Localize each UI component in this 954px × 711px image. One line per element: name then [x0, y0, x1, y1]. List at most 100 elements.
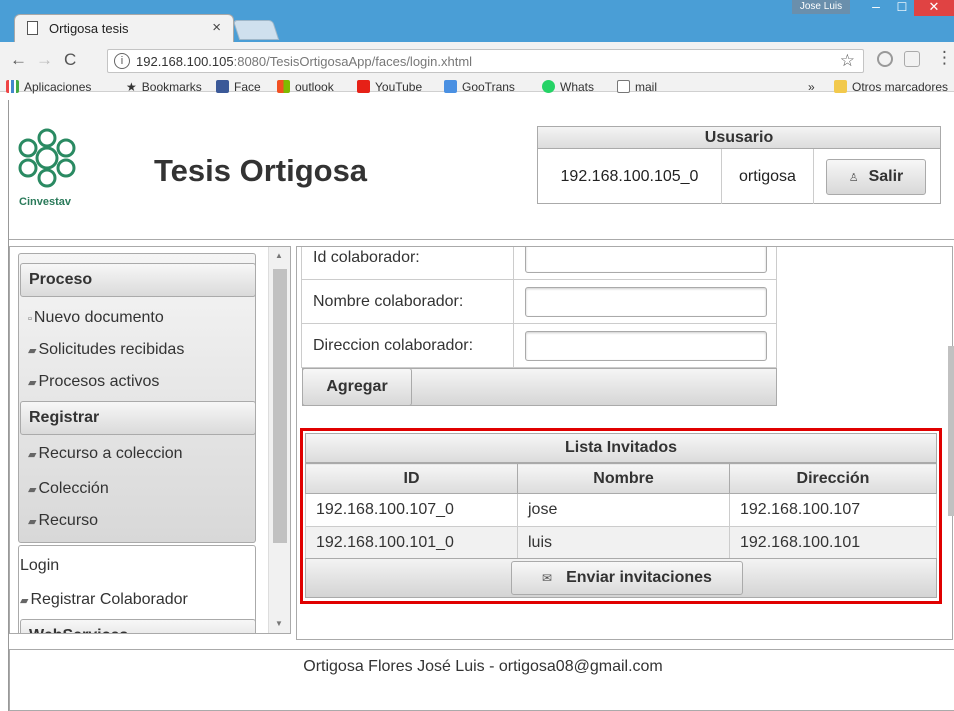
sidebar-item-login[interactable]: Login	[20, 557, 59, 575]
field-cell	[513, 323, 777, 368]
address-bar[interactable]: i 192.168.100.105:8080/TesisOrtigosaApp/…	[107, 49, 864, 73]
bookmark-whats[interactable]: Whats	[542, 80, 594, 94]
folder-open-icon: ▰	[20, 595, 29, 607]
page-title: Tesis Ortigosa	[154, 153, 368, 188]
form-row: Id colaborador:	[301, 247, 777, 280]
back-arrow-icon[interactable]: ←	[10, 50, 27, 70]
extension-icon[interactable]	[877, 51, 893, 67]
menu-dots-icon[interactable]: ⋮	[936, 48, 953, 68]
footer-text: Ortigosa Flores José Luis - ortigosa08@g…	[303, 658, 663, 675]
window-user-badge[interactable]: Jose Luis	[792, 0, 850, 14]
whatsapp-icon	[542, 80, 555, 93]
facebook-icon	[216, 80, 229, 93]
rss-extension-icon[interactable]	[904, 51, 920, 67]
page-icon	[27, 21, 38, 35]
sidebar-item-procesos-activos[interactable]: ▰ Procesos activos	[28, 373, 159, 391]
bookmark-gootrans[interactable]: GooTrans	[444, 80, 515, 94]
user-panel-title: Ususario	[538, 127, 940, 149]
add-button[interactable]: Agregar	[302, 368, 412, 406]
close-window-icon[interactable]: ✕	[914, 0, 954, 16]
sidebar-item-recurso-a-coleccion[interactable]: ▰ Recurso a coleccion	[28, 445, 183, 463]
cell-direccion: 192.168.100.107	[729, 493, 937, 527]
sidebar-item-coleccion[interactable]: ▰ Colección	[28, 480, 109, 498]
bookmark-label: YouTube	[375, 80, 423, 94]
browser-tab[interactable]: Ortigosa tesis ×	[14, 14, 234, 42]
tab-title: Ortigosa tesis	[49, 21, 129, 36]
scrollbar-thumb[interactable]	[273, 269, 287, 543]
bookmarks-overflow-button[interactable]: »	[808, 80, 815, 94]
direccion-colaborador-input[interactable]	[525, 330, 767, 361]
mail-icon: ✉	[542, 571, 553, 585]
bookmark-label: Whats	[560, 80, 595, 94]
bookmark-mail[interactable]: mail	[617, 80, 657, 94]
youtube-icon	[357, 80, 370, 93]
scroll-down-icon[interactable]: ▼	[275, 619, 283, 628]
sidebar-item-label: Recurso a coleccion	[38, 445, 183, 462]
sidebar-item-solicitudes-recibidas[interactable]: ▰ Solicitudes recibidas	[28, 341, 184, 359]
sidebar-item-registrar-colaborador[interactable]: ▰ Registrar Colaborador	[20, 591, 188, 609]
minimize-icon[interactable]: –	[866, 0, 886, 14]
bookmark-label: mail	[635, 80, 658, 94]
cell-direccion: 192.168.100.101	[729, 526, 937, 560]
sidebar-item-label: Registrar Colaborador	[30, 591, 188, 608]
document-icon: ▫	[28, 313, 32, 325]
tab-close-icon[interactable]: ×	[212, 19, 221, 36]
user-ip: 192.168.100.105_0	[538, 149, 722, 204]
sidebar-group-webservices[interactable]: WebServices	[20, 619, 256, 633]
sidebar-group-registrar[interactable]: Registrar	[20, 401, 256, 435]
id-colaborador-input[interactable]	[525, 247, 767, 273]
column-header[interactable]: Dirección	[729, 463, 937, 494]
forward-arrow-icon[interactable]: →	[36, 50, 53, 70]
other-bookmarks[interactable]: Otros marcadores	[834, 80, 948, 94]
form-row: Direccion colaborador:	[301, 323, 777, 368]
folder-open-icon: ▰	[28, 377, 37, 389]
user-panel: Ususario 192.168.100.105_0 ortigosa ♙ Sal…	[537, 126, 941, 204]
column-header[interactable]: Nombre	[517, 463, 730, 494]
bookmark-bookmarks[interactable]: ★ Bookmarks	[126, 80, 202, 94]
bookmark-outlook[interactable]: outlook	[277, 80, 334, 94]
page-scrollbar[interactable]	[948, 146, 954, 622]
browser-toolbar: ← → C i 192.168.100.105:8080/TesisOrtigo…	[0, 42, 954, 94]
folder-open-icon: ▰	[28, 516, 37, 528]
column-header[interactable]: ID	[305, 463, 518, 494]
sidebar-item-label: Nuevo documento	[33, 309, 164, 326]
sidebar-group-proceso[interactable]: Proceso	[20, 263, 256, 297]
nombre-colaborador-input[interactable]	[525, 286, 767, 317]
bookmark-youtube[interactable]: YouTube	[357, 80, 422, 94]
apps-grid-icon	[6, 80, 19, 93]
scrollbar-thumb[interactable]	[948, 346, 954, 516]
table-row[interactable]: 192.168.100.107_0 jose 192.168.100.107	[305, 493, 937, 527]
table-row[interactable]: 192.168.100.101_0 luis 192.168.100.101	[305, 526, 937, 560]
bookmark-star-icon[interactable]: ☆	[840, 51, 855, 71]
scroll-up-icon[interactable]: ▲	[275, 251, 283, 260]
info-icon[interactable]: i	[114, 53, 130, 69]
bookmarks-bar: Aplicaciones ★ Bookmarks Face outlook You…	[0, 76, 954, 100]
new-tab-button[interactable]	[232, 20, 280, 40]
bookmark-label: outlook	[295, 80, 334, 94]
reload-icon[interactable]: C	[64, 50, 76, 70]
user-name: ortigosa	[722, 149, 814, 204]
bookmark-apps[interactable]: Aplicaciones	[6, 80, 91, 94]
logout-button[interactable]: ♙ Salir	[826, 159, 926, 195]
sidebar-item-label: Procesos activos	[38, 373, 160, 390]
sidebar-scrollbar[interactable]: ▲ ▼	[268, 247, 290, 633]
page: Cinvestav Tesis Ortigosa Ususario 192.16…	[8, 100, 954, 711]
user-icon: ♙	[848, 172, 859, 184]
cell-id: 192.168.100.107_0	[305, 493, 518, 527]
sidebar-item-label: Recurso	[38, 512, 99, 529]
field-label-id: Id colaborador:	[301, 247, 514, 280]
bookmark-label: Otros marcadores	[852, 80, 949, 94]
sidebar-item-nuevo-documento[interactable]: ▫ Nuevo documento	[28, 309, 164, 327]
browser-titlebar: Ortigosa tesis × Jose Luis – ☐ ✕	[0, 0, 954, 42]
maximize-icon[interactable]: ☐	[892, 0, 912, 14]
page-icon	[617, 80, 630, 93]
bookmark-face[interactable]: Face	[216, 80, 261, 94]
invited-list-title: Lista Invitados	[305, 433, 937, 463]
bookmark-label: Face	[234, 80, 261, 94]
translate-icon	[444, 80, 457, 93]
folder-open-icon: ▰	[28, 449, 37, 461]
sidebar-item-recurso[interactable]: ▰ Recurso	[28, 512, 98, 530]
sidebar-item-label: Solicitudes recibidas	[38, 341, 185, 358]
url-host: 192.168.100.105	[136, 54, 234, 69]
send-invitations-button[interactable]: ✉ Enviar invitaciones	[511, 561, 743, 595]
